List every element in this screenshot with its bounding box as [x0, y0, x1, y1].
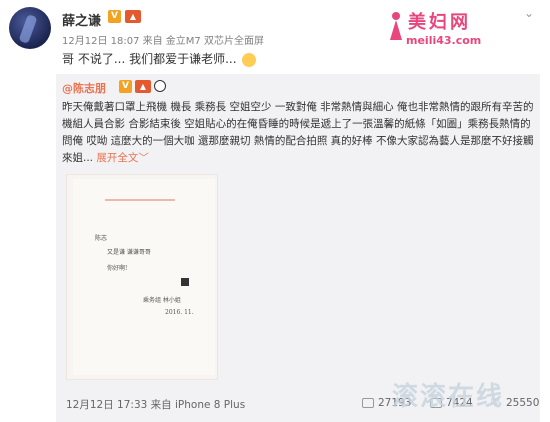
- note-line: 又是谦 谦谦哥哥: [107, 249, 151, 256]
- note-date: 2016. 11.: [165, 309, 194, 316]
- watermark-url: meili43.com: [406, 34, 482, 47]
- vip-crown-icon: ▲: [135, 80, 151, 93]
- watermark-bottom: 滚滚在线: [392, 382, 505, 412]
- verified-v-icon: V: [108, 10, 121, 23]
- note-line: 你好啊!: [107, 265, 128, 272]
- emoji-icon: [242, 52, 257, 67]
- chevron-down-icon[interactable]: ⌄: [524, 6, 534, 20]
- repost-footer: 12月12日 17:33 来自 iPhone 8 Plus: [66, 399, 246, 411]
- note-header-line: [105, 199, 175, 201]
- weibo-post: 薛之谦 V ▲ 12月12日 18:07 来自 金立M7 双芯片全面屏 美妇网 …: [0, 0, 550, 422]
- note-signature: 乘务组 林小姐: [143, 297, 181, 304]
- note-paper: 陈志 又是谦 谦谦哥哥 你好啊! 乘务组 林小姐 2016. 11.: [73, 179, 215, 375]
- note-line: 陈志: [95, 235, 108, 242]
- expand-link[interactable]: 展开全文: [96, 152, 138, 164]
- verified-v-icon: V: [119, 80, 132, 93]
- author-badges: V ▲: [108, 10, 141, 23]
- vip-crown-icon: ▲: [125, 10, 141, 23]
- post-text: 哥 不说了... 我们都爱于谦老师...: [62, 52, 237, 66]
- post-meta: 12月12日 18:07 来自 金立M7 双芯片全面屏: [62, 36, 264, 47]
- repost-author[interactable]: @陈志朋: [62, 80, 106, 96]
- author-name[interactable]: 薛之谦: [62, 10, 101, 29]
- note-tape: [181, 278, 189, 286]
- expand-chevron-icon[interactable]: ﹀: [138, 152, 149, 164]
- panda-icon: [154, 80, 166, 92]
- repost-badges: V ▲: [119, 80, 166, 93]
- share-icon: [362, 398, 374, 408]
- repost-photo[interactable]: 陈志 又是谦 谦谦哥哥 你好啊! 乘务组 林小姐 2016. 11.: [66, 174, 218, 380]
- author-avatar[interactable]: [9, 7, 51, 49]
- watermark-title: 美妇网: [408, 12, 471, 33]
- repost-text: 昨天俺戴著口罩上飛機 機長 乘務長 空姐空少 一致對俺 非常熱情與細心 俺也非常…: [62, 101, 534, 164]
- watermark-woman-icon: [390, 12, 402, 40]
- post-content: 哥 不说了... 我们都爱于谦老师...: [62, 50, 257, 67]
